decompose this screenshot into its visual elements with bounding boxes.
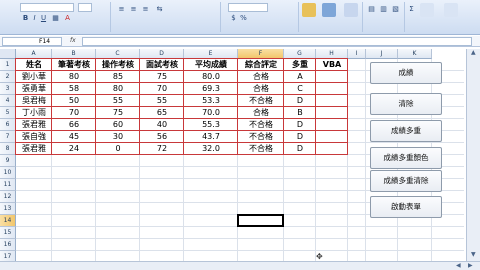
select-all-corner[interactable] <box>0 49 16 59</box>
insert-icon[interactable]: ▤ <box>368 6 375 13</box>
table-border <box>15 154 348 155</box>
underline-icon[interactable]: U <box>40 15 47 22</box>
percent-icon[interactable]: % <box>240 15 247 22</box>
row-header[interactable]: 11 <box>0 179 16 191</box>
row-header[interactable]: 10 <box>0 167 16 179</box>
active-cell[interactable] <box>237 214 284 227</box>
table-border <box>15 106 348 107</box>
scroll-right-icon[interactable]: ▶ <box>468 262 473 269</box>
name-box[interactable]: F14 <box>2 37 62 46</box>
row-header[interactable]: 13 <box>0 203 16 215</box>
row-header[interactable]: 9 <box>0 155 16 167</box>
vertical-scrollbar[interactable]: ▲ ▼ <box>466 49 480 261</box>
table-border <box>15 82 348 83</box>
find-icon[interactable] <box>444 3 458 17</box>
scroll-up-icon[interactable]: ▲ <box>471 49 476 56</box>
table-border <box>347 59 348 155</box>
column-header[interactable]: I <box>348 49 366 59</box>
scroll-left-icon[interactable]: ◀ <box>456 262 461 269</box>
table-border <box>51 59 52 155</box>
row-header[interactable]: 7 <box>0 131 16 143</box>
table-border <box>15 130 348 131</box>
table-border <box>15 70 348 71</box>
row-header[interactable]: 12 <box>0 191 16 203</box>
horizontal-scrollbar[interactable]: ◀ ▶ <box>0 261 480 270</box>
sort-icon[interactable] <box>420 3 434 17</box>
row-header[interactable]: 16 <box>0 239 16 251</box>
ribbon-separator <box>110 2 111 32</box>
italic-icon[interactable]: I <box>31 15 38 22</box>
number-format-select[interactable] <box>228 3 268 12</box>
ribbon-separator <box>298 2 299 32</box>
delete-icon[interactable]: ▥ <box>380 6 387 13</box>
format-table-icon[interactable] <box>322 3 336 17</box>
column-header[interactable]: J <box>366 49 398 59</box>
table-border <box>15 94 348 95</box>
bold-icon[interactable]: B <box>22 15 29 22</box>
ribbon-separator <box>220 2 221 32</box>
ribbon-separator <box>404 2 405 32</box>
column-header[interactable]: K <box>398 49 432 59</box>
macro-button[interactable]: 清除 <box>370 93 442 115</box>
macro-button[interactable]: 成績多重清除 <box>370 170 442 192</box>
scroll-down-icon[interactable]: ▼ <box>471 251 476 258</box>
macro-button[interactable]: 成績多重顏色 <box>370 147 442 169</box>
macro-button[interactable]: 啟動表單 <box>370 196 442 218</box>
row-header[interactable]: 17 <box>0 251 16 261</box>
row-header[interactable]: 1 <box>0 59 16 71</box>
macro-button[interactable]: 成績 <box>370 62 442 84</box>
align-center-icon[interactable]: ≡ <box>130 6 137 13</box>
row-header[interactable]: 6 <box>0 119 16 131</box>
mouse-cursor-icon: ✥ <box>316 252 323 261</box>
table-border <box>283 59 284 155</box>
row-header[interactable]: 8 <box>0 143 16 155</box>
font-name-select[interactable] <box>20 3 74 12</box>
gridline <box>16 250 464 251</box>
table-border <box>139 59 140 155</box>
table-border <box>315 59 316 155</box>
ribbon: B I U ▦ A ≡ ≡ ≡ ⇆ $ % ▤ ▥ ▧ Σ <box>0 0 480 35</box>
row-header[interactable]: 14 <box>0 215 16 227</box>
ribbon-separator <box>362 2 363 32</box>
gridline <box>365 59 366 261</box>
conditional-format-icon[interactable] <box>302 3 316 17</box>
format-icon[interactable]: ▧ <box>392 6 399 13</box>
table-border <box>95 59 96 155</box>
row-header[interactable]: 3 <box>0 83 16 95</box>
align-left-icon[interactable]: ≡ <box>118 6 125 13</box>
table-border <box>15 58 348 59</box>
table-border <box>15 142 348 143</box>
formula-input[interactable] <box>82 37 472 46</box>
cell-styles-icon[interactable] <box>344 3 358 17</box>
font-size-select[interactable] <box>78 3 92 12</box>
autosum-icon[interactable]: Σ <box>408 6 415 13</box>
table-border <box>15 59 16 155</box>
row-header[interactable]: 15 <box>0 227 16 239</box>
table-border <box>183 59 184 155</box>
row-header[interactable]: 4 <box>0 95 16 107</box>
table-border <box>15 118 348 119</box>
row-header[interactable]: 2 <box>0 71 16 83</box>
gridline <box>16 238 464 239</box>
fx-label: fx <box>70 37 76 44</box>
formula-bar: F14 fx <box>0 36 480 47</box>
currency-icon[interactable]: $ <box>230 15 237 22</box>
macro-button[interactable]: 成績多重 <box>370 120 442 142</box>
align-right-icon[interactable]: ≡ <box>142 6 149 13</box>
font-color-icon[interactable]: A <box>64 15 71 22</box>
wrap-text-icon[interactable]: ⇆ <box>156 6 163 13</box>
row-header[interactable]: 5 <box>0 107 16 119</box>
table-border <box>237 59 238 155</box>
borders-icon[interactable]: ▦ <box>52 15 59 22</box>
